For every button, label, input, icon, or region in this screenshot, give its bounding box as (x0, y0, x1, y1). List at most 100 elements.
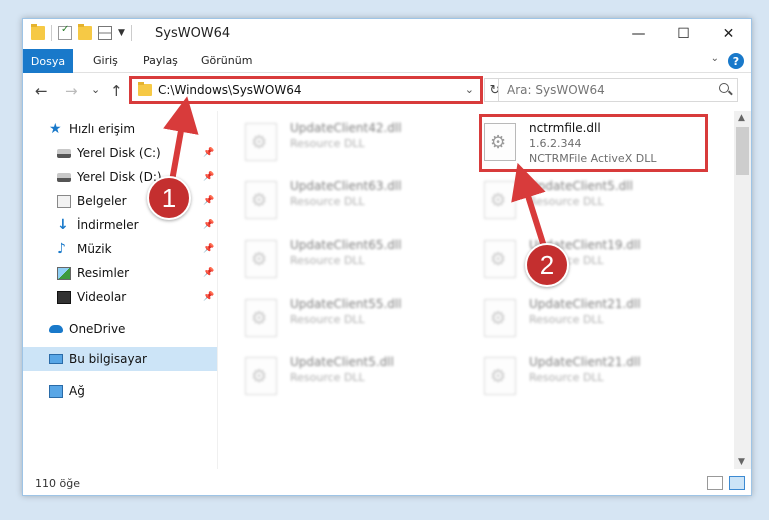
videos-icon (57, 290, 71, 304)
file-type: Resource DLL (290, 195, 365, 208)
recent-locations-button[interactable]: ⌄ (91, 83, 100, 96)
sidebar-item-label: Resimler (77, 266, 130, 280)
file-item[interactable]: UpdateClient42.dll Resource DLL (239, 115, 479, 169)
file-type: Resource DLL (290, 254, 365, 267)
tiles-view-icon[interactable] (729, 476, 745, 490)
sidebar-item-quick-access[interactable]: ★ Hızlı erişim (23, 117, 217, 141)
sidebar-item-network[interactable]: Ağ (23, 379, 217, 403)
computer-icon (49, 354, 63, 364)
sidebar-item-downloads[interactable]: ↓ İndirmeler 📌 (23, 213, 217, 237)
pin-icon[interactable]: 📌 (203, 268, 214, 278)
sidebar-item-label: Belgeler (77, 194, 127, 208)
tab-share[interactable]: Paylaş (143, 54, 178, 67)
search-box[interactable] (498, 78, 738, 102)
item-count: 110 öğe (35, 477, 80, 490)
file-name: UpdateClient63.dll (290, 179, 402, 193)
file-item[interactable]: UpdateClient5.dll Resource DLL (239, 349, 479, 403)
file-name: UpdateClient5.dll (529, 179, 633, 193)
properties-icon[interactable] (58, 24, 72, 40)
sidebar-item-videos[interactable]: Videolar 📌 (23, 285, 217, 309)
sidebar-item-onedrive[interactable]: OneDrive (23, 317, 217, 341)
address-highlight-box (129, 76, 483, 104)
dll-file-icon (245, 299, 277, 337)
file-item[interactable]: UpdateClient55.dll Resource DLL (239, 291, 479, 345)
pin-icon[interactable]: 📌 (203, 196, 214, 206)
sidebar-item-label: Yerel Disk (D:) (77, 170, 162, 184)
music-icon: ♪ (57, 240, 66, 257)
tab-file[interactable]: Dosya (23, 49, 73, 73)
chevron-down-icon[interactable]: ⌄ (711, 53, 719, 64)
toolbar-divider (51, 25, 52, 41)
dll-file-icon (245, 357, 277, 395)
documents-icon (57, 194, 71, 208)
dll-file-icon (245, 181, 277, 219)
details-view-icon[interactable] (707, 476, 723, 490)
search-icon[interactable] (719, 83, 729, 93)
file-item[interactable]: UpdateClient5.dll Resource DLL (478, 173, 718, 227)
pin-icon[interactable]: 📌 (203, 148, 214, 158)
drive-icon (57, 172, 71, 182)
customize-toolbar-chevron-icon[interactable]: ▼ (118, 28, 125, 38)
dll-file-icon (484, 357, 516, 395)
sidebar-item-label: Ağ (69, 384, 85, 398)
sidebar-item-label: İndirmeler (77, 218, 139, 232)
callout-badge-1: 1 (147, 176, 191, 220)
scroll-up-icon[interactable]: ▲ (738, 113, 745, 123)
back-button[interactable]: ← (35, 82, 48, 100)
title-bar: ▼ SysWOW64 — ☐ ✕ (23, 19, 751, 49)
file-item[interactable]: UpdateClient65.dll Resource DLL (239, 232, 479, 286)
scroll-thumb[interactable] (736, 127, 749, 175)
pin-icon[interactable]: 📌 (203, 220, 214, 230)
dll-file-icon (484, 181, 516, 219)
file-highlight-box (479, 114, 708, 172)
file-type: Resource DLL (290, 313, 365, 326)
sidebar-item-this-pc[interactable]: Bu bilgisayar (23, 347, 217, 371)
pin-icon[interactable]: 📌 (203, 292, 214, 302)
file-type: Resource DLL (290, 137, 365, 150)
vertical-scrollbar[interactable]: ▲ ▼ (734, 111, 751, 469)
close-button[interactable]: ✕ (706, 19, 751, 49)
dll-file-icon (484, 299, 516, 337)
navigation-pane: ★ Hızlı erişim Yerel Disk (C:) 📌 Yerel D… (23, 111, 217, 469)
quick-access-toolbar: ▼ (31, 24, 132, 41)
ribbon-tabs: Dosya Giriş Paylaş Görünüm ⌄ ? (23, 49, 751, 73)
file-type: Resource DLL (529, 371, 604, 384)
file-name: UpdateClient65.dll (290, 238, 402, 252)
toolbar-divider (130, 25, 132, 41)
help-icon[interactable]: ? (728, 53, 744, 69)
pin-icon[interactable]: 📌 (203, 244, 214, 254)
maximize-button[interactable]: ☐ (661, 19, 706, 49)
forward-button[interactable]: → (65, 82, 78, 100)
callout-badge-2: 2 (525, 243, 569, 287)
cloud-icon (49, 325, 63, 333)
sidebar-item-drive-d[interactable]: Yerel Disk (D:) 📌 (23, 165, 217, 189)
up-button[interactable]: ↑ (110, 82, 123, 100)
sidebar-item-label: Müzik (77, 242, 112, 256)
minimize-button[interactable]: — (616, 19, 661, 49)
download-icon: ↓ (57, 216, 69, 233)
tab-home[interactable]: Giriş (93, 54, 118, 67)
file-type: Resource DLL (529, 313, 604, 326)
sidebar-item-pictures[interactable]: Resimler 📌 (23, 261, 217, 285)
file-item[interactable]: UpdateClient19.dll Resource DLL (478, 232, 718, 286)
sidebar-item-label: Hızlı erişim (69, 122, 136, 136)
file-item[interactable]: UpdateClient21.dll Resource DLL (478, 291, 718, 345)
sidebar-item-music[interactable]: ♪ Müzik 📌 (23, 237, 217, 261)
file-type: Resource DLL (529, 195, 604, 208)
sidebar-item-label: Bu bilgisayar (69, 352, 147, 366)
file-item[interactable]: UpdateClient63.dll Resource DLL (239, 173, 479, 227)
file-name: UpdateClient55.dll (290, 297, 402, 311)
pane-divider[interactable] (217, 111, 218, 469)
pin-icon[interactable]: 📌 (203, 172, 214, 182)
drive-icon (57, 148, 71, 158)
file-item[interactable]: UpdateClient21.dll Resource DLL (478, 349, 718, 403)
tab-view[interactable]: Görünüm (201, 54, 252, 67)
network-icon (49, 384, 63, 398)
file-name: UpdateClient42.dll (290, 121, 402, 135)
status-bar: 110 öğe (23, 471, 751, 495)
layout-icon[interactable] (98, 26, 112, 40)
scroll-down-icon[interactable]: ▼ (738, 457, 745, 467)
search-input[interactable] (499, 79, 709, 101)
new-folder-icon[interactable] (78, 24, 92, 40)
sidebar-item-drive-c[interactable]: Yerel Disk (C:) 📌 (23, 141, 217, 165)
